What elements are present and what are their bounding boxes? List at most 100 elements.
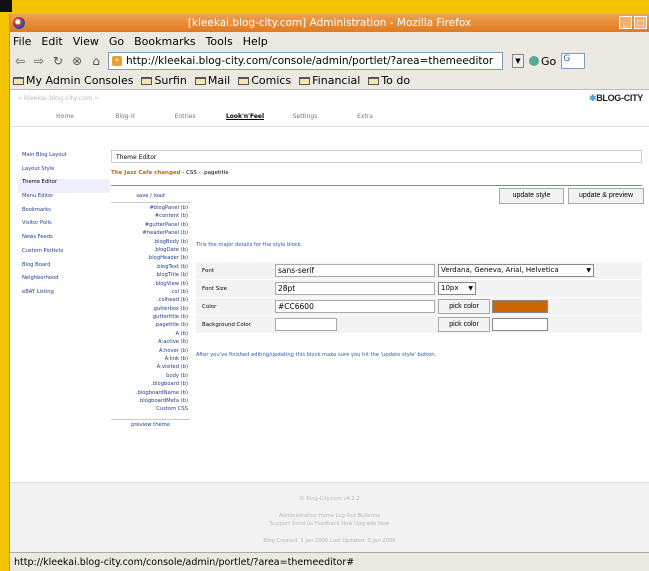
style-form: Font sans-serif Verdana, Geneva, Arial, … xyxy=(196,262,642,334)
back-icon[interactable]: ⇦ xyxy=(13,54,27,68)
font-size-input[interactable]: 28pt xyxy=(275,282,435,295)
footer-links-admin[interactable]: Administration Home Log Out Bulletins xyxy=(10,513,649,519)
tab-entries[interactable]: Entries xyxy=(155,113,215,120)
search-input[interactable]: G xyxy=(561,53,586,69)
style-item[interactable]: body (b) xyxy=(111,373,190,381)
url-bar[interactable]: * http://kleekai.blog-city.com/console/a… xyxy=(108,52,503,70)
update-preview-button[interactable]: update & preview xyxy=(568,188,644,204)
style-item[interactable]: A:link (b) xyxy=(111,356,190,364)
bookmark-folder-comics[interactable]: Comics xyxy=(238,74,291,87)
sidebar: Main Blog Layout Layout Style Theme Edit… xyxy=(18,152,110,303)
sidebar-item-visitor-polls[interactable]: Visitor Polls xyxy=(22,220,102,234)
sidebar-item-news-feeds[interactable]: News Feeds xyxy=(22,234,102,248)
sidebar-item-custom-portlets[interactable]: Custom Portlets xyxy=(22,248,102,262)
preview-theme-link[interactable]: preview theme xyxy=(111,418,190,429)
sidebar-item-bookmarks[interactable]: Bookmarks xyxy=(22,207,102,221)
menu-view[interactable]: View xyxy=(73,35,99,48)
style-item[interactable]: A:visited (b) xyxy=(111,364,190,372)
style-item[interactable]: .blogTitle (b) xyxy=(111,272,190,280)
go-button[interactable]: Go xyxy=(529,55,556,68)
admin-tabs: Home Blog-it Entries Look'n'Feel Setting… xyxy=(10,106,649,126)
heading-underline xyxy=(111,185,642,186)
sidebar-item-ebay-listing[interactable]: eBAY Listing xyxy=(22,289,102,303)
sidebar-item-main-blog-layout[interactable]: Main Blog Layout xyxy=(22,152,102,166)
url-history-dropdown-icon[interactable]: ▼ xyxy=(512,54,524,68)
font-select[interactable]: Verdana, Geneva, Arial, Helvetica ▼ xyxy=(438,264,594,277)
font-size-row: Font Size 28pt 10px ▼ xyxy=(196,280,642,298)
bookmark-folder-financial[interactable]: Financial xyxy=(299,74,360,87)
status-text: http://kleekai.blog-city.com/console/adm… xyxy=(14,557,355,568)
blog-dates: Blog Created: 5 Jan 2006 Last Updated: 5… xyxy=(263,538,396,544)
folder-icon xyxy=(194,76,206,85)
background-color-input[interactable] xyxy=(275,318,337,331)
home-icon[interactable]: ⌂ xyxy=(89,54,103,68)
menu-bookmarks[interactable]: Bookmarks xyxy=(134,35,195,48)
save-load-link[interactable]: save / load xyxy=(111,193,190,203)
pick-color-button[interactable]: pick color xyxy=(438,299,490,314)
sidebar-item-blog-board[interactable]: Blog Board xyxy=(22,262,102,276)
menu-go[interactable]: Go xyxy=(109,35,124,48)
menu-edit[interactable]: Edit xyxy=(41,35,62,48)
style-item[interactable]: .blogDate (b) xyxy=(111,247,190,255)
go-label: Go xyxy=(541,54,557,68)
sidebar-item-neighborhood[interactable]: Neighborhood xyxy=(22,275,102,289)
tab-blog-it[interactable]: Blog-it xyxy=(95,113,155,120)
color-input[interactable]: #CC6600 xyxy=(275,300,435,313)
bookmark-folder-to-do[interactable]: To do xyxy=(368,74,410,87)
style-item[interactable]: .blogboardMeta (b) xyxy=(111,398,190,406)
font-size-select[interactable]: 10px ▼ xyxy=(438,282,476,295)
window-title: [kleekai.blog-city.com] Administration -… xyxy=(187,17,472,29)
style-item[interactable]: .col (b) xyxy=(111,289,190,297)
site-header: » kleekai.blog-city.com » ✱BLOG-CITY xyxy=(10,90,649,106)
sidebar-item-theme-editor[interactable]: Theme Editor xyxy=(18,179,110,194)
style-item[interactable]: #blogPanel (b) xyxy=(111,205,190,213)
tab-look-n-feel[interactable]: Look'n'Feel xyxy=(215,113,275,120)
style-item[interactable]: A:active (b) xyxy=(111,339,190,347)
bookmark-folder-admin-consoles[interactable]: My Admin Consoles xyxy=(13,74,133,87)
style-item[interactable]: .pagetitle (b) xyxy=(111,322,190,330)
chevron-down-icon: ▼ xyxy=(468,285,473,292)
font-size-select-value: 10px xyxy=(441,284,459,292)
font-label: Font xyxy=(202,268,214,274)
style-item[interactable]: A (b) xyxy=(111,331,190,339)
tab-extra[interactable]: Extra xyxy=(335,113,395,120)
font-row: Font sans-serif Verdana, Geneva, Arial, … xyxy=(196,262,642,280)
style-item[interactable]: .colhead (b) xyxy=(111,297,190,305)
menu-tools[interactable]: Tools xyxy=(206,35,233,48)
sidebar-item-menu-editor[interactable]: Menu Editor xyxy=(22,193,102,207)
menu-file[interactable]: File xyxy=(13,35,31,48)
bookmark-folder-surfin[interactable]: Surfin xyxy=(141,74,187,87)
style-item[interactable]: Custom CSS xyxy=(111,406,190,414)
footer-links-support[interactable]: Support Send Us Feedback Now Upgrade Now xyxy=(10,521,649,527)
style-item[interactable]: .blogText (b) xyxy=(111,264,190,272)
bookmark-folder-mail[interactable]: Mail xyxy=(194,74,230,87)
pick-background-color-button[interactable]: pick color xyxy=(438,317,490,332)
url-text[interactable]: http://kleekai.blog-city.com/console/adm… xyxy=(126,55,493,67)
update-style-button[interactable]: update style xyxy=(499,188,564,204)
menu-help[interactable]: Help xyxy=(243,35,268,48)
tab-home[interactable]: Home xyxy=(35,113,95,120)
minimize-icon[interactable]: _ xyxy=(619,16,632,29)
style-item[interactable]: A:hover (b) xyxy=(111,348,190,356)
bookmark-label: Surfin xyxy=(154,74,187,87)
reload-icon[interactable]: ↻ xyxy=(51,54,65,68)
style-item[interactable]: #gutterPanel (b) xyxy=(111,222,190,230)
bookmark-label: To do xyxy=(381,74,411,87)
style-item[interactable]: .blogHeader (b) xyxy=(111,255,190,263)
style-item[interactable]: .gutterbox (b) xyxy=(111,306,190,314)
version-text: © Blog-City.com v4.2.2 xyxy=(299,496,360,502)
maximize-icon[interactable]: □ xyxy=(634,16,647,29)
forward-icon[interactable]: ⇨ xyxy=(32,54,46,68)
stop-icon[interactable]: ⊗ xyxy=(70,54,84,68)
font-input[interactable]: sans-serif xyxy=(275,264,435,277)
tab-settings[interactable]: Settings xyxy=(275,113,335,120)
sidebar-item-layout-style[interactable]: Layout Style xyxy=(22,166,102,180)
style-item[interactable]: .blogboard (b) xyxy=(111,381,190,389)
style-item[interactable]: .blogBody (b) xyxy=(111,239,190,247)
style-item[interactable]: .blogboardName (b) xyxy=(111,390,190,398)
breadcrumb[interactable]: » kleekai.blog-city.com » xyxy=(18,94,98,102)
style-item[interactable]: .blogView (b) xyxy=(111,281,190,289)
style-item[interactable]: #content (b) xyxy=(111,213,190,221)
style-item[interactable]: .guttertitle (b) xyxy=(111,314,190,322)
style-item[interactable]: #headerPanel (b) xyxy=(111,230,190,238)
